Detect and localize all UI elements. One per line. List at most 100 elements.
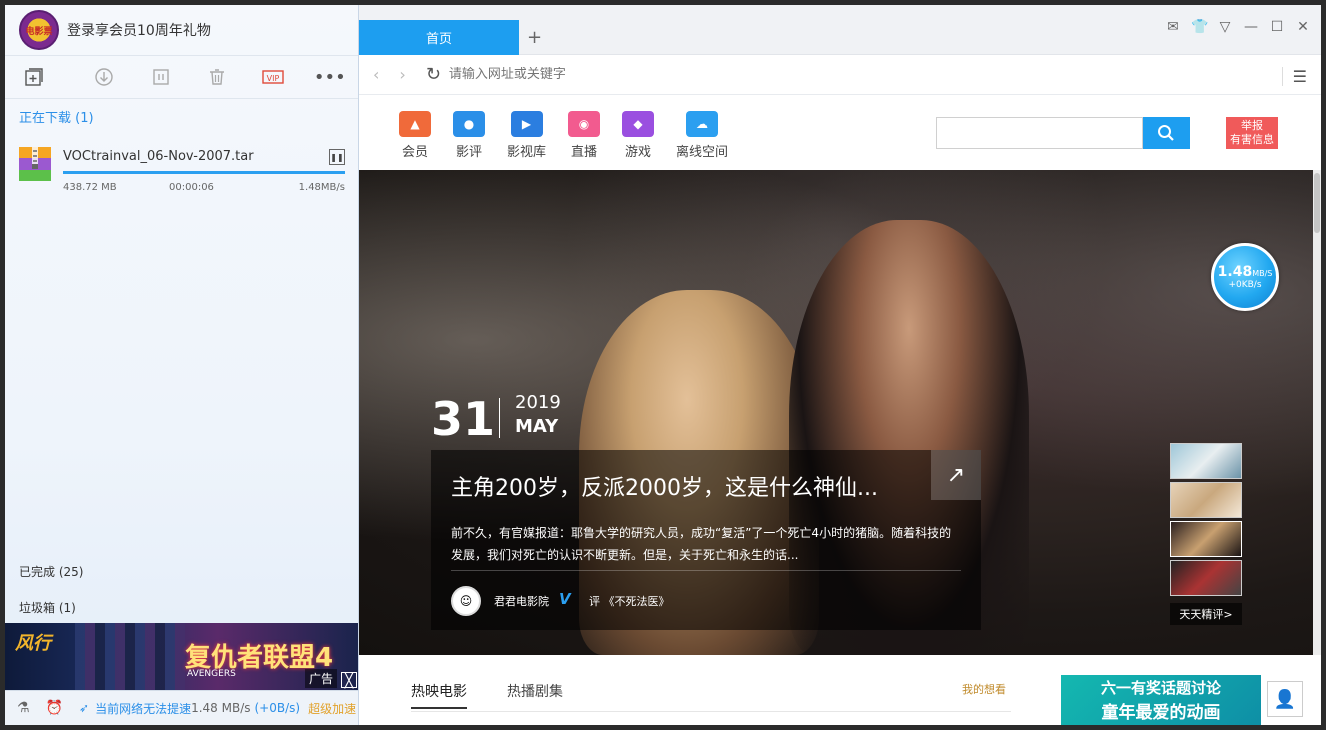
ad-tag: 广告 [304, 669, 337, 688]
tab-hot-series[interactable]: 热播剧集 [507, 681, 563, 709]
category-item[interactable]: ▶ 影视库 [507, 111, 546, 160]
thumbnail-4[interactable] [1170, 560, 1242, 596]
daily-review-link[interactable]: 天天精评> [1170, 603, 1242, 625]
progress-fill [63, 171, 345, 174]
article-card[interactable]: 主角200岁，反派2000岁，这是什么神仙... ↗ 前不久，有官媒报道：耶鲁大… [431, 450, 981, 630]
author-avatar[interactable]: ☺ [451, 586, 481, 616]
ad-banner[interactable]: 风行 复仇者联盟4 AVENGERS 广告 ╳ [5, 623, 358, 690]
section-downloading[interactable]: 正在下载 (1) [19, 107, 94, 126]
category-icon: ◉ [568, 111, 601, 137]
hero-date-year: 2019 [515, 392, 561, 413]
category-item[interactable]: ☁ 离线空间 [676, 111, 728, 160]
thumbnail-3[interactable] [1170, 521, 1242, 557]
address-bar: ‹ › ↻ ☰ [359, 55, 1321, 95]
category-item[interactable]: ◆ 游戏 [622, 111, 655, 160]
author-name[interactable]: 君君电影院 [494, 593, 549, 609]
reload-icon[interactable]: ↻ [426, 64, 441, 85]
close-icon[interactable]: ✕ [1295, 19, 1311, 35]
category-nav: ▲ 会员 ● 影评 ▶ 影视库 ◉ 直播 ◆ 游戏 ☁ 离线空间 [399, 111, 750, 160]
forward-icon[interactable]: › [399, 65, 405, 84]
category-item[interactable]: ▲ 会员 [399, 111, 431, 160]
back-icon[interactable]: ‹ [373, 65, 379, 84]
window-controls: ✉ 👕 ▽ — ☐ ✕ [1165, 19, 1311, 35]
mail-icon[interactable]: ✉ [1165, 19, 1181, 35]
login-promo-link[interactable]: 登录享会员10周年礼物 [67, 20, 211, 40]
search-input[interactable] [936, 117, 1143, 149]
flask-icon[interactable]: ⚗ [17, 700, 30, 716]
download-item[interactable]: VOCtrainval_06-Nov-2007.tar ❚❚ 438.72 MB… [19, 145, 349, 195]
rocket-icon: ➶ [79, 701, 90, 715]
minimize-icon[interactable]: — [1243, 19, 1259, 35]
download-progress-bar [63, 171, 345, 174]
article-title[interactable]: 主角200岁，反派2000岁，这是什么神仙... [451, 470, 878, 502]
hero-date-month: MAY [515, 416, 559, 437]
article-summary: 前不久，有官媒报道：耶鲁大学的研究人员，成功“复活”了一个死亡4小时的猪脑。随着… [451, 526, 952, 562]
upload-speed: +0KB/s [1228, 280, 1262, 290]
hero-banner[interactable]: 31 2019 MAY 主角200岁，反派2000岁，这是什么神仙... ↗ 前… [359, 170, 1313, 655]
delete-icon[interactable] [189, 64, 245, 90]
ad-subtitle: AVENGERS [187, 669, 236, 679]
url-input[interactable] [448, 67, 1149, 82]
alarm-icon[interactable]: ⏰ [46, 700, 63, 716]
super-accelerate-link[interactable]: 超级加速 [308, 700, 356, 717]
section-completed[interactable]: 已完成 (25) [19, 563, 83, 580]
promo-banner[interactable]: 六一有奖话题讨论 童年最爱的动画 [1061, 675, 1261, 725]
search-button[interactable] [1142, 117, 1190, 149]
browser-panel: 首页 + ✉ 👕 ▽ — ☐ ✕ ‹ › ↻ ☰ ▲ 会员 ● 影评 ▶ 影视库 ◉ 直播 ◆ 游… [359, 5, 1321, 725]
archive-file-icon [19, 147, 51, 181]
pause-icon[interactable] [133, 64, 189, 90]
category-item[interactable]: ◉ 直播 [568, 111, 601, 160]
review-target[interactable]: 评 《不死法医》 [589, 593, 670, 609]
speed-unit: MB/S [1252, 269, 1273, 278]
total-speed: 1.48 MB/s [191, 701, 251, 715]
content-tabs: 热映电影 热播剧集 [411, 681, 563, 709]
hero-date-day: 31 [431, 392, 496, 446]
start-download-icon[interactable] [76, 64, 132, 90]
download-elapsed: 00:00:06 [169, 182, 214, 193]
pause-task-button[interactable]: ❚❚ [329, 149, 345, 165]
dropdown-menu-icon[interactable]: ▽ [1217, 19, 1233, 35]
tab-now-showing[interactable]: 热映电影 [411, 681, 467, 709]
open-article-icon[interactable]: ↗ [931, 450, 981, 500]
date-divider [499, 398, 500, 438]
tab-bar: 首页 + ✉ 👕 ▽ — ☐ ✕ [359, 5, 1321, 55]
download-panel: 电影票 登录享会员10周年礼物 VIP ••• 正在下载 (1) VOCtrai… [5, 5, 359, 725]
scrollbar-thumb[interactable] [1314, 173, 1320, 233]
scrollbar-track[interactable] [1313, 170, 1321, 655]
svg-text:VIP: VIP [267, 74, 280, 83]
category-icon: ▶ [510, 111, 543, 137]
category-icon: ◆ [622, 111, 655, 137]
vip-icon[interactable]: VIP [245, 64, 301, 90]
category-label: 直播 [571, 145, 598, 160]
section-trash[interactable]: 垃圾箱 (1) [19, 599, 76, 616]
category-icon: ● [453, 111, 485, 137]
download-filename: VOCtrainval_06-Nov-2007.tar [63, 149, 254, 164]
panel-header: 电影票 登录享会员10周年礼物 [5, 5, 358, 55]
my-wishlist-link[interactable]: 我的想看 [962, 681, 1006, 697]
new-tab-button[interactable]: + [527, 27, 542, 48]
promo-line1: 六一有奖话题讨论 [1100, 679, 1221, 697]
new-task-icon[interactable] [19, 64, 48, 90]
ad-close-button[interactable]: ╳ [341, 672, 357, 689]
user-avatar[interactable]: 电影票 [19, 10, 59, 50]
category-label: 影视库 [507, 145, 547, 160]
user-center-icon[interactable]: 👤 [1267, 681, 1303, 717]
more-icon[interactable]: ••• [302, 64, 358, 90]
download-toolbar: VIP ••• [5, 56, 358, 98]
thumbnail-2[interactable] [1170, 482, 1242, 518]
speed-float-ball[interactable]: 1.48MB/S +0KB/s [1211, 243, 1279, 311]
category-label: 会员 [401, 145, 428, 160]
maximize-icon[interactable]: ☐ [1269, 19, 1285, 35]
report-harmful-button[interactable]: 举报 有害信息 [1226, 117, 1278, 149]
hero-thumbnails [1170, 443, 1242, 599]
skin-icon[interactable]: 👕 [1191, 19, 1208, 35]
download-size: 438.72 MB [63, 182, 117, 193]
tab-home[interactable]: 首页 [359, 20, 519, 55]
category-label: 影评 [455, 145, 482, 160]
network-status[interactable]: 当前网络无法提速 [95, 700, 191, 717]
tabs-underline [411, 711, 1011, 712]
hamburger-menu-icon[interactable]: ☰ [1281, 67, 1307, 86]
thumbnail-1[interactable] [1170, 443, 1242, 479]
category-label: 离线空间 [676, 145, 729, 160]
category-item[interactable]: ● 影评 [453, 111, 485, 160]
